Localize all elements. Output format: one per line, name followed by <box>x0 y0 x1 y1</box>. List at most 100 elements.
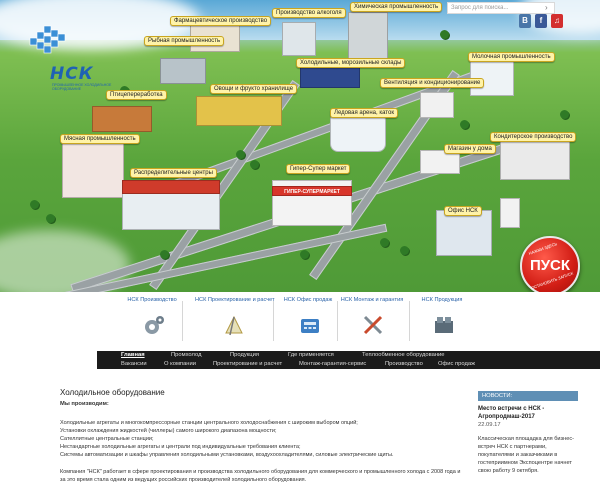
confectionery-plant[interactable] <box>500 140 570 180</box>
ventilation-building[interactable] <box>420 92 454 118</box>
nsk-logo[interactable]: НСК ПРОМЫШЛЕННОЕ ХОЛОДИЛЬНОЕ ОБОРУДОВАНИ… <box>22 22 111 98</box>
nav-vacancies[interactable]: Вакансии <box>121 360 147 369</box>
main-nav: Главная Промхолод Продукция Где применяе… <box>97 351 600 369</box>
cat-label: НСК Проектирование и расчет <box>195 297 275 303</box>
nav-heat-exchange[interactable]: Теплообменное оборудование <box>362 351 444 360</box>
tag-cold[interactable]: Холодильные, морозильные склады <box>296 58 406 68</box>
nav-promholod[interactable]: Промхолод <box>171 351 201 360</box>
music-icon[interactable]: ♫ <box>551 14 563 28</box>
nav-home[interactable]: Главная <box>121 351 145 360</box>
distribution-roof <box>122 180 220 194</box>
pusk-button[interactable]: НАЖМИ ЗДЕСЬ ПУСК ОСТАНОВИТЬ ЗАПУСК <box>520 236 580 292</box>
search-icon[interactable]: › <box>545 3 548 12</box>
hypermarket-sign: ГИПЕР-СУПЕРМАРКЕТ <box>272 186 352 196</box>
tag-poultry[interactable]: Птицепереработка <box>106 90 167 100</box>
cat-separator <box>337 301 338 341</box>
tag-confect[interactable]: Кондитерское производство <box>490 132 577 142</box>
compressor-icon <box>435 317 453 333</box>
news-text: Классическая площадка для бизнес-встреч … <box>478 436 574 474</box>
list-item: Нестандартные холодильные агрегаты и цен… <box>60 444 301 450</box>
cat-separator <box>182 301 183 341</box>
nav-sales-office[interactable]: Офис продаж <box>438 360 475 369</box>
section-subtitle: Мы производим: <box>60 401 109 407</box>
cat-production[interactable]: НСК Производство <box>123 297 181 349</box>
tag-dist[interactable]: Распределительные центры <box>130 168 217 178</box>
company-paragraph: Компания "НСК" работает в сфере проектир… <box>60 469 461 483</box>
search-input[interactable]: Запрос для поиска... <box>447 2 555 14</box>
product-list: Холодильные агрегаты и многокомпрессорны… <box>60 419 465 459</box>
news-title[interactable]: Место встречи с НСК - Агропродмаш-2017 <box>478 405 578 421</box>
cat-label: НСК Офис продаж <box>283 297 333 303</box>
tree <box>236 150 245 159</box>
cat-products[interactable]: НСК Продукция <box>413 297 471 349</box>
cat-installation[interactable]: НСК Монтаж и гарантия <box>339 297 405 349</box>
chem-plant[interactable] <box>348 12 388 60</box>
news-date: 22.09.17 <box>478 422 501 428</box>
page-title: Холодильное оборудование <box>60 388 165 397</box>
hero-map: ГИПЕР-СУПЕРМАРКЕТ Фармацевтическое произ… <box>0 0 600 292</box>
list-item: Установки охлаждения жидкостей (чиллеры)… <box>60 428 277 434</box>
tag-hyper[interactable]: Гипер-Супер маркет <box>286 164 351 174</box>
tree <box>560 110 569 119</box>
cat-sales-office[interactable]: НСК Офис продаж <box>279 297 337 349</box>
logo-subtitle: ПРОМЫШЛЕННОЕ ХОЛОДИЛЬНОЕ ОБОРУДОВАНИЕ <box>52 83 112 91</box>
tag-vent[interactable]: Вентиляция и кондиционирование <box>380 78 485 88</box>
tools-icon <box>363 315 383 335</box>
nav-where-used[interactable]: Где применяется <box>288 351 334 360</box>
phone-icon <box>301 319 319 333</box>
cat-label: НСК Продукция <box>421 297 463 303</box>
nav-design[interactable]: Проектирование и расчет <box>213 360 282 369</box>
cat-separator <box>273 301 274 341</box>
fish-building[interactable] <box>160 58 206 84</box>
news-panel: НОВОСТИ: Место встречи с НСК - Агропродм… <box>478 391 578 488</box>
tree <box>440 30 449 39</box>
tree <box>300 250 309 259</box>
poultry-building[interactable] <box>92 106 152 132</box>
tree <box>400 246 409 255</box>
tree <box>30 200 39 209</box>
nav-row-2: Вакансии О компании Проектирование и рас… <box>97 360 600 369</box>
tag-shop[interactable]: Магазин у дома <box>444 144 496 154</box>
tag-milk[interactable]: Молочная промышленность <box>468 52 555 62</box>
list-item: Сателлитные центральные станции; <box>60 436 154 442</box>
tag-meat[interactable]: Мясная промышленность <box>60 134 140 144</box>
nav-products[interactable]: Продукция <box>230 351 259 360</box>
tag-ice[interactable]: Ледовая арена, каток <box>330 108 398 118</box>
cat-separator <box>409 301 410 341</box>
nav-about[interactable]: О компании <box>164 360 196 369</box>
meat-plant[interactable] <box>62 140 124 198</box>
category-icons: НСК Производство НСК Проектирование и ра… <box>123 293 468 351</box>
cat-label: НСК Монтаж и гарантия <box>340 297 404 303</box>
vegetable-storage[interactable] <box>196 96 282 126</box>
tag-pharma[interactable]: Фармацевтическое производство <box>170 16 272 26</box>
vk-icon[interactable]: В <box>519 14 531 28</box>
gears-icon <box>145 316 164 334</box>
milk-plant[interactable] <box>470 58 514 96</box>
tag-fish[interactable]: Рыбная промышленность <box>144 36 225 46</box>
tree <box>160 250 169 259</box>
tag-chem[interactable]: Химическая промышленность <box>350 2 443 12</box>
tag-office[interactable]: Офис НСК <box>444 206 482 216</box>
nav-installation[interactable]: Монтаж-гарантия-сервис <box>299 360 366 369</box>
nav-production[interactable]: Производство <box>385 360 423 369</box>
main-content: Холодильное оборудование Мы производим: … <box>60 388 465 484</box>
tag-alcohol[interactable]: Производство алкоголя <box>272 8 346 18</box>
tree <box>250 160 259 169</box>
small-building <box>500 198 520 228</box>
tree <box>380 238 389 247</box>
tree <box>46 214 55 223</box>
nsk-office[interactable] <box>436 210 492 256</box>
facebook-icon[interactable]: f <box>535 14 547 28</box>
compass-icon <box>225 315 243 336</box>
alcohol-building[interactable] <box>282 22 316 56</box>
nav-row-1: Главная Промхолод Продукция Где применяе… <box>97 351 600 360</box>
news-header: НОВОСТИ: <box>478 391 578 401</box>
cat-label: НСК Производство <box>127 297 177 303</box>
list-item: Холодильные агрегаты и многокомпрессорны… <box>60 420 358 426</box>
cat-design[interactable]: НСК Проектирование и расчет <box>195 297 275 349</box>
logo-brand: НСК <box>50 64 94 84</box>
tag-veg[interactable]: Овощи и фрукто хранилище <box>210 84 298 94</box>
tree <box>460 120 469 129</box>
list-item: Системы автоматизации и шкафы управления… <box>60 452 394 458</box>
ice-arena[interactable] <box>330 112 386 152</box>
